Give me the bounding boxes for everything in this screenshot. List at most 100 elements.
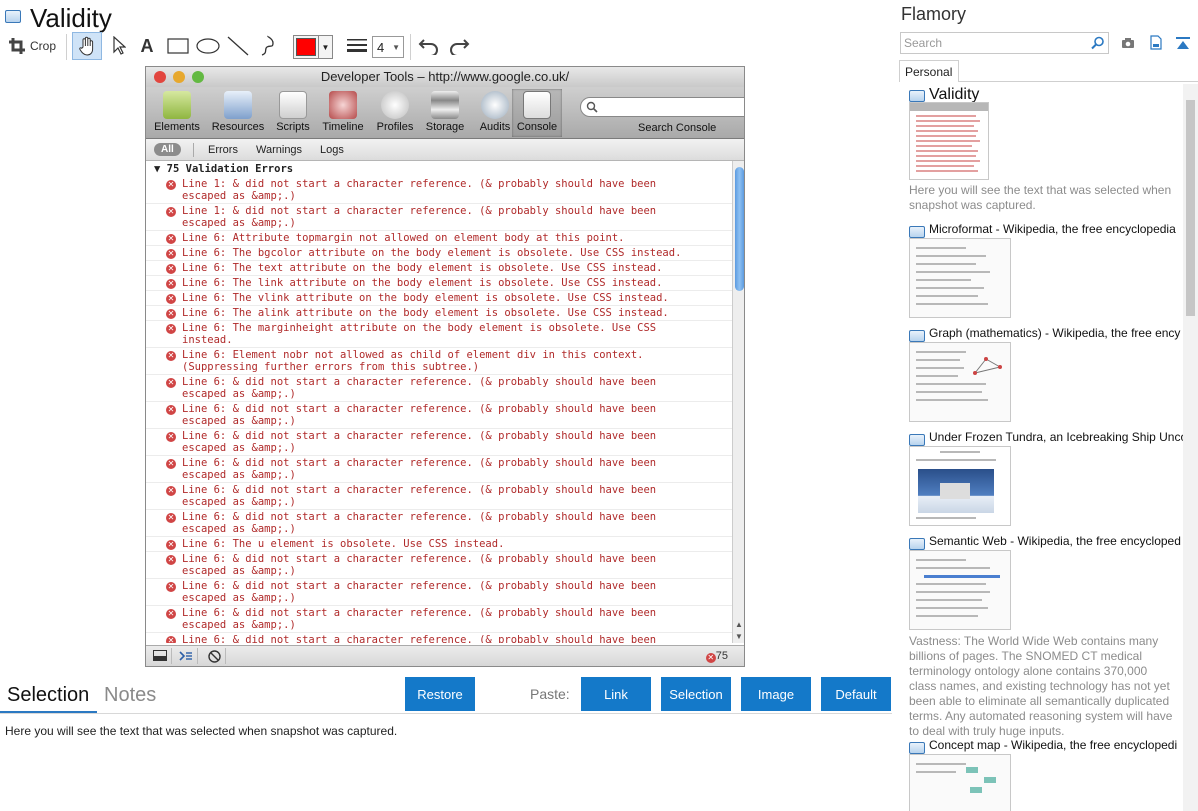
tab-console: Console (512, 89, 562, 137)
table-row: ✕ Line 1: & did not start a character ref… (146, 204, 734, 231)
tab-notes[interactable]: Notes (104, 684, 156, 707)
crop-button[interactable]: Crop (6, 32, 58, 60)
tab-selection[interactable]: Selection (7, 684, 89, 707)
error-message-line: Line 6: & did not start a character refe… (182, 511, 657, 523)
error-icon: ✕ (166, 249, 176, 259)
redo-icon (450, 39, 470, 55)
error-icon: ✕ (166, 264, 176, 274)
list-item-description: Vastness: The World Wide Web contains ma… (909, 634, 1173, 738)
clear-console-icon (202, 648, 226, 664)
search-console-label: Search Console (638, 122, 717, 134)
error-message-line: Line 6: & did not start a character refe… (182, 634, 657, 643)
text-tool-button[interactable]: A (136, 32, 158, 60)
paste-label: Paste: (530, 686, 570, 702)
list-item-description: Here you will see the text that was sele… (909, 183, 1172, 212)
error-message-line: escaped as &amp;.) (182, 619, 296, 631)
freehand-tool-button[interactable] (255, 32, 281, 60)
undo-icon (418, 39, 438, 55)
table-row: ✕ Line 6: The alink attribute on the body… (146, 306, 734, 321)
scroll-down-icon: ▼ (735, 632, 743, 641)
snapshot-image: Developer Tools – http://www.google.co.u… (145, 66, 745, 667)
paste-image-button[interactable]: Image (741, 677, 811, 711)
tab-storage: Storage (420, 89, 470, 137)
selection-text: Here you will see the text that was sele… (5, 724, 398, 738)
sidebar-scrollbar[interactable] (1183, 84, 1198, 811)
list-item[interactable]: Graph (mathematics) - Wikipedia, the fre… (907, 326, 1183, 426)
error-message-line: Line 6: The vlink attribute on the body … (182, 292, 669, 304)
error-icon: ✕ (166, 540, 176, 550)
page-icon (909, 330, 925, 342)
paste-selection-button[interactable]: Selection (661, 677, 731, 711)
search-icon[interactable] (1091, 36, 1105, 50)
filter-logs: Logs (320, 144, 344, 156)
error-message-line: (Suppressing further errors from this su… (182, 361, 480, 373)
list-item-title: Concept map - Wikipedia, the free encycl… (929, 738, 1178, 752)
paste-link-button[interactable]: Link (581, 677, 651, 711)
error-message-line: escaped as &amp;.) (182, 469, 296, 481)
line-icon (227, 36, 249, 56)
line-width-select[interactable]: 4 ▼ (372, 36, 404, 58)
cursor-arrow-icon (113, 36, 126, 55)
error-list: ✕ Line 1: & did not start a character ref… (146, 177, 734, 643)
redo-button[interactable] (446, 32, 472, 60)
error-icon: ✕ (166, 636, 176, 643)
list-item[interactable]: Under Frozen Tundra, an Icebreaking Ship… (907, 430, 1183, 530)
ellipse-tool-button[interactable] (194, 32, 222, 60)
tab-personal[interactable]: Personal (899, 60, 959, 82)
error-message-line: Line 6: The bgcolor attribute on the bod… (182, 247, 682, 259)
elements-icon (163, 91, 191, 119)
filter-all: All (154, 143, 181, 156)
console-output: ▼ 75 Validation Errors ✕ Line 1: & did no… (146, 161, 734, 643)
error-message-line: Line 6: & did not start a character refe… (182, 376, 657, 388)
document-icon[interactable] (1150, 35, 1162, 50)
hand-tool-button[interactable] (72, 32, 102, 60)
error-icon: ✕ (166, 432, 176, 442)
list-item[interactable]: Validity Here you will see the text that… (907, 86, 1183, 216)
sidebar-search-input[interactable]: Search (900, 32, 1109, 54)
thumbnail (909, 238, 1011, 318)
paste-default-button[interactable]: Default (821, 677, 891, 711)
camera-icon[interactable] (1121, 37, 1135, 49)
table-row: ✕ Line 6: Element nobr not allowed as chi… (146, 348, 734, 375)
undo-button[interactable] (416, 32, 442, 60)
error-icon: ✕ (166, 294, 176, 304)
hand-icon (79, 36, 94, 56)
tab-profiles: Profiles (370, 89, 420, 137)
error-message-line: Line 6: The link attribute on the body e… (182, 277, 663, 289)
error-icon: ✕ (166, 279, 176, 289)
list-item[interactable]: Concept map - Wikipedia, the free encycl… (907, 738, 1183, 811)
table-row: ✕ Line 6: The marginheight attribute on t… (146, 321, 734, 348)
window-titlebar: Developer Tools – http://www.google.co.u… (146, 67, 744, 87)
restore-button[interactable]: Restore (405, 677, 475, 711)
app-icon (5, 10, 21, 23)
error-message-line: escaped as &amp;.) (182, 565, 296, 577)
color-picker[interactable]: ▼ (293, 35, 333, 59)
table-row: ✕ Line 6: & did not start a character ref… (146, 510, 734, 537)
list-item[interactable]: Semantic Web - Wikipedia, the free encyc… (907, 534, 1183, 738)
scroll-up-icon: ▲ (735, 620, 743, 629)
error-icon: ✕ (166, 207, 176, 217)
table-row: ✕ Line 6: Attribute topmargin not allowed… (146, 231, 734, 246)
error-count: ✕ 75 (705, 650, 728, 663)
devtools-statusbar: ✕ 75 (146, 645, 744, 666)
table-row: ✕ Line 6: & did not start a character ref… (146, 633, 734, 643)
table-row: ✕ Line 6: The bgcolor attribute on the bo… (146, 246, 734, 261)
pointer-tool-button[interactable] (106, 32, 132, 60)
table-row: ✕ Line 6: & did not start a character ref… (146, 606, 734, 633)
rectangle-tool-button[interactable] (164, 32, 192, 60)
error-message-line: Line 1: & did not start a character refe… (182, 205, 657, 217)
sidebar-scrollbar-thumb[interactable] (1186, 100, 1195, 316)
error-message-line: escaped as &amp;.) (182, 496, 296, 508)
line-tool-button[interactable] (225, 32, 251, 60)
list-item-title: Microformat - Wikipedia, the free encycl… (929, 222, 1176, 236)
list-item-title: Graph (mathematics) - Wikipedia, the fre… (929, 326, 1181, 340)
collapse-icon[interactable] (1175, 36, 1191, 50)
error-icon: ✕ (166, 405, 176, 415)
table-row: ✕ Line 6: & did not start a character ref… (146, 429, 734, 456)
audits-icon (481, 91, 509, 119)
list-item[interactable]: Microformat - Wikipedia, the free encycl… (907, 222, 1183, 322)
line-width-button[interactable] (344, 32, 370, 60)
thumbnail (909, 102, 989, 180)
error-icon: ✕ (166, 180, 176, 190)
line-width-icon (347, 39, 367, 52)
